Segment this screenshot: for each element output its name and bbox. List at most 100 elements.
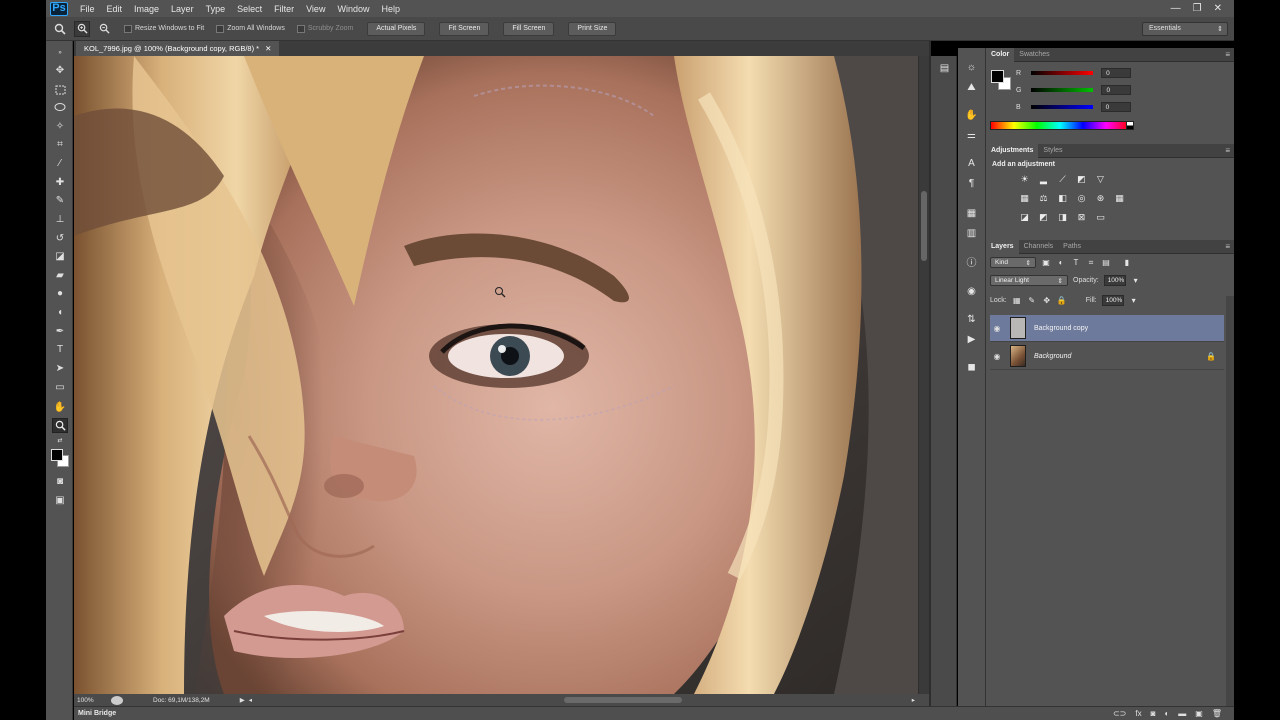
filter-type-icon[interactable]: T <box>1071 258 1081 268</box>
history-brush-tool-icon[interactable]: ↺ <box>52 231 68 246</box>
tab-paths[interactable]: Paths <box>1058 240 1086 254</box>
clone-source-icon[interactable]: ▦ <box>964 206 979 221</box>
color-lookup-icon[interactable]: ▦ <box>1113 192 1126 204</box>
black-white-icon[interactable]: ◧ <box>1056 192 1069 204</box>
menu-type[interactable]: Type <box>200 4 232 14</box>
add-mask-icon[interactable]: ◙ <box>1151 709 1156 718</box>
posterize-icon[interactable]: ◩ <box>1037 211 1050 223</box>
visibility-eye-icon[interactable]: ◉ <box>990 324 1004 333</box>
close-button[interactable]: ✕ <box>1214 3 1222 14</box>
lock-position-icon[interactable]: ✥ <box>1042 296 1052 306</box>
new-layer-icon[interactable]: ▣ <box>1195 709 1203 718</box>
fit-screen-button[interactable]: Fit Screen <box>439 21 490 36</box>
opacity-field[interactable]: 100% <box>1103 275 1126 286</box>
green-slider[interactable] <box>1031 88 1094 92</box>
status-info-icon[interactable] <box>111 695 123 705</box>
clone-stamp-tool-icon[interactable]: ⊥ <box>52 212 68 227</box>
character-panel-icon[interactable]: A <box>964 156 979 171</box>
brush-settings-icon[interactable]: ⚌ <box>964 128 979 143</box>
new-adjustment-layer-icon[interactable]: ◐ <box>1164 709 1169 718</box>
delete-layer-icon[interactable]: 🗑 <box>1212 709 1222 718</box>
zoom-tool-preset-icon[interactable] <box>52 21 68 37</box>
link-layers-icon[interactable]: ⊂⊃ <box>1113 709 1126 718</box>
layer-name[interactable]: Background copy <box>1034 325 1088 332</box>
tab-layers[interactable]: Layers <box>986 239 1019 254</box>
channel-mixer-icon[interactable]: ⊛ <box>1094 192 1107 204</box>
fill-dropdown-icon[interactable]: ▾ <box>1129 296 1139 306</box>
zoom-level[interactable]: 100% <box>77 697 111 704</box>
eraser-tool-icon[interactable]: ◪ <box>52 249 68 264</box>
quick-selection-tool-icon[interactable]: ✧ <box>52 119 68 134</box>
scroll-left-icon[interactable]: ◂ <box>249 696 252 704</box>
blend-mode-select[interactable]: Linear Light ⇕ <box>990 275 1068 286</box>
spot-healing-tool-icon[interactable]: ✚ <box>52 175 68 190</box>
move-tool-icon[interactable]: ✥ <box>52 63 68 78</box>
gradient-map-icon[interactable]: ▭ <box>1094 211 1107 223</box>
green-value[interactable]: 0 <box>1101 85 1132 95</box>
layer-row-background-copy[interactable]: ◉ Background copy <box>990 315 1224 342</box>
horizontal-scrollbar-thumb[interactable] <box>564 697 682 703</box>
brightness-icon[interactable]: ☀ <box>1018 173 1031 185</box>
brush-presets-icon[interactable]: ✋ <box>964 108 979 123</box>
status-menu-arrow-icon[interactable]: ▶ <box>240 696 245 704</box>
levels-icon[interactable]: ▂ <box>1037 173 1050 185</box>
workspace-switcher[interactable]: Essentials ⇕ <box>1142 21 1228 36</box>
actions-panel-icon[interactable]: ⛰ <box>964 80 979 95</box>
tab-styles[interactable]: Styles <box>1038 144 1067 158</box>
visibility-eye-icon[interactable]: ◉ <box>990 352 1004 361</box>
dodge-tool-icon[interactable]: ◖ <box>52 305 68 320</box>
paragraph-panel-icon[interactable]: ¶ <box>964 176 979 191</box>
shape-tool-icon[interactable]: ▭ <box>52 380 68 395</box>
photo-filter-icon[interactable]: ◎ <box>1075 192 1088 204</box>
add-layer-style-icon[interactable]: fx <box>1135 709 1141 718</box>
layers-scrollbar[interactable] <box>1226 296 1234 706</box>
filter-adjustment-icon[interactable]: ◐ <box>1056 258 1066 268</box>
marquee-tool-icon[interactable] <box>52 82 68 97</box>
foreground-color-swatch[interactable] <box>51 449 63 461</box>
lock-all-icon[interactable]: 🔒 <box>1057 296 1067 306</box>
menu-filter[interactable]: Filter <box>268 4 300 14</box>
zoom-all-windows-checkbox[interactable]: Zoom All Windows <box>216 24 285 33</box>
exposure-icon[interactable]: ◩ <box>1075 173 1088 185</box>
color-foreground-swatch[interactable] <box>991 70 1004 83</box>
filter-shape-icon[interactable]: ⌗ <box>1086 258 1096 268</box>
red-slider[interactable] <box>1031 71 1094 75</box>
lock-pixels-icon[interactable]: ✎ <box>1027 296 1037 306</box>
hue-saturation-icon[interactable]: ▦ <box>1018 192 1031 204</box>
vertical-scrollbar[interactable] <box>918 56 929 694</box>
info-panel-icon[interactable]: ⓘ <box>964 254 979 269</box>
filter-toggle-icon[interactable]: ▮ <box>1122 258 1132 268</box>
lock-transparent-icon[interactable]: ▦ <box>1012 296 1022 306</box>
menu-edit[interactable]: Edit <box>101 4 129 14</box>
panel-collapse-icon[interactable]: » <box>52 45 68 60</box>
black-white-ramp[interactable] <box>1126 121 1134 130</box>
color-spectrum-ramp[interactable] <box>990 121 1130 130</box>
tab-channels[interactable]: Channels <box>1019 240 1059 254</box>
lasso-tool-icon[interactable] <box>52 100 68 115</box>
hand-tool-icon[interactable]: ✋ <box>52 400 68 415</box>
selective-color-icon[interactable]: ⊠ <box>1075 211 1088 223</box>
menu-file[interactable]: File <box>74 4 101 14</box>
minimize-button[interactable]: — <box>1171 3 1181 14</box>
blue-value[interactable]: 0 <box>1100 102 1131 112</box>
path-selection-tool-icon[interactable]: ➤ <box>52 361 68 376</box>
notes-panel-icon[interactable]: ▥ <box>964 226 979 241</box>
blue-slider[interactable] <box>1030 105 1093 109</box>
history-panel-icon[interactable]: ▤ <box>937 61 952 76</box>
brightness-panel-icon[interactable]: ☼ <box>964 60 979 75</box>
menu-layer[interactable]: Layer <box>165 4 200 14</box>
type-tool-icon[interactable]: T <box>52 342 68 357</box>
eyedropper-tool-icon[interactable]: ⁄ <box>52 156 68 171</box>
menu-select[interactable]: Select <box>231 4 268 14</box>
filter-pixel-icon[interactable]: ▣ <box>1041 258 1051 268</box>
menu-window[interactable]: Window <box>331 4 375 14</box>
layer-row-background[interactable]: ◉ Background 🔒 <box>990 343 1224 370</box>
color-balance-icon[interactable]: ⚖ <box>1037 192 1050 204</box>
zoom-in-icon[interactable] <box>74 20 90 37</box>
print-size-button[interactable]: Print Size <box>568 21 617 36</box>
brush-tool-icon[interactable]: ✎ <box>52 193 68 208</box>
blur-tool-icon[interactable]: ● <box>52 286 68 301</box>
opacity-dropdown-icon[interactable]: ▾ <box>1131 276 1141 286</box>
new-group-icon[interactable]: ▬ <box>1178 709 1186 718</box>
curves-icon[interactable]: ⟋ <box>1056 173 1069 185</box>
